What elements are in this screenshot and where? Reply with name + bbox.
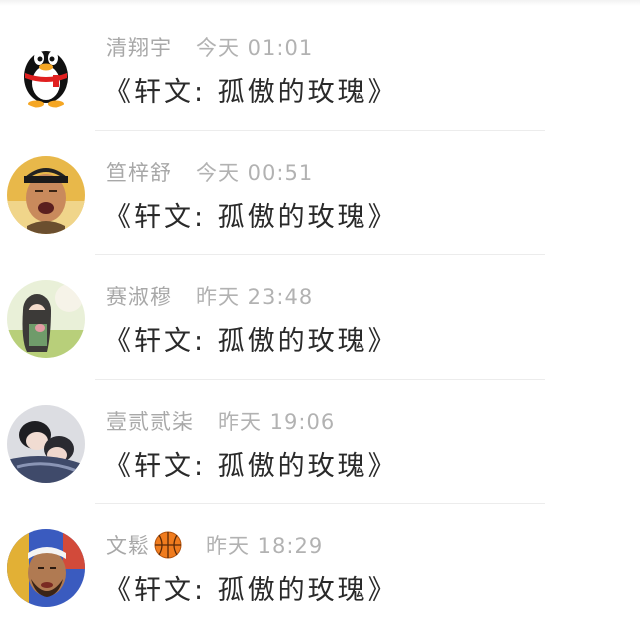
message-item[interactable]: 壹贰贰柒 昨天 19:06 《轩文: 孤傲的玫瑰》 bbox=[0, 380, 640, 505]
message-time: 今天 01:01 bbox=[196, 36, 314, 60]
sender-name: 笪梓舒 bbox=[106, 160, 172, 185]
message-text: 《轩文: 孤傲的玫瑰》 bbox=[104, 201, 398, 233]
sleeping-couple-avatar[interactable] bbox=[7, 404, 85, 483]
basketball-icon bbox=[154, 531, 182, 559]
sender-name: 清翔宇 bbox=[106, 36, 172, 60]
message-item[interactable]: 清翔宇 今天 01:01 《轩文: 孤傲的玫瑰》 bbox=[0, 6, 640, 131]
person-photo-avatar[interactable] bbox=[7, 155, 85, 234]
message-item[interactable]: 赛淑穆 昨天 23:48 《轩文: 孤傲的玫瑰》 bbox=[0, 255, 640, 380]
message-item[interactable]: 文鬆 昨天 18:29 《轩文: 孤傲的玫瑰》 bbox=[0, 504, 640, 629]
message-meta: 清翔宇 今天 01:01 bbox=[106, 32, 313, 62]
sender-name: 壹贰贰柒 bbox=[106, 409, 194, 434]
message-time: 昨天 18:29 bbox=[206, 534, 324, 558]
message-meta: 笪梓舒 今天 00:51 bbox=[106, 157, 313, 187]
message-text: 《轩文: 孤傲的玫瑰》 bbox=[104, 326, 398, 357]
message-text: 《轩文: 孤傲的玫瑰》 bbox=[104, 575, 398, 606]
message-text: 《轩文: 孤傲的玫瑰》 bbox=[104, 450, 398, 482]
message-time: 今天 00:51 bbox=[196, 160, 314, 185]
qq-penguin-avatar[interactable] bbox=[7, 31, 85, 109]
message-time: 昨天 23:48 bbox=[196, 285, 314, 309]
message-meta: 赛淑穆 昨天 23:48 bbox=[106, 281, 313, 311]
message-list: 清翔宇 今天 01:01 《轩文: 孤傲的玫瑰》 笪梓舒 今天 00:51 《轩… bbox=[0, 6, 640, 629]
message-item[interactable]: 笪梓舒 今天 00:51 《轩文: 孤傲的玫瑰》 bbox=[0, 131, 640, 256]
message-meta: 壹贰贰柒 昨天 19:06 bbox=[106, 406, 335, 436]
sender-name-text: 文鬆 bbox=[106, 534, 150, 558]
sender-name: 赛淑穆 bbox=[106, 285, 172, 309]
message-text: 《轩文: 孤傲的玫瑰》 bbox=[104, 77, 398, 108]
message-time: 昨天 19:06 bbox=[218, 409, 336, 434]
sender-name: 文鬆 bbox=[106, 530, 182, 560]
anime-girl-avatar[interactable] bbox=[7, 280, 85, 358]
basketball-player-avatar[interactable] bbox=[7, 529, 85, 607]
message-meta: 文鬆 昨天 18:29 bbox=[106, 530, 323, 560]
